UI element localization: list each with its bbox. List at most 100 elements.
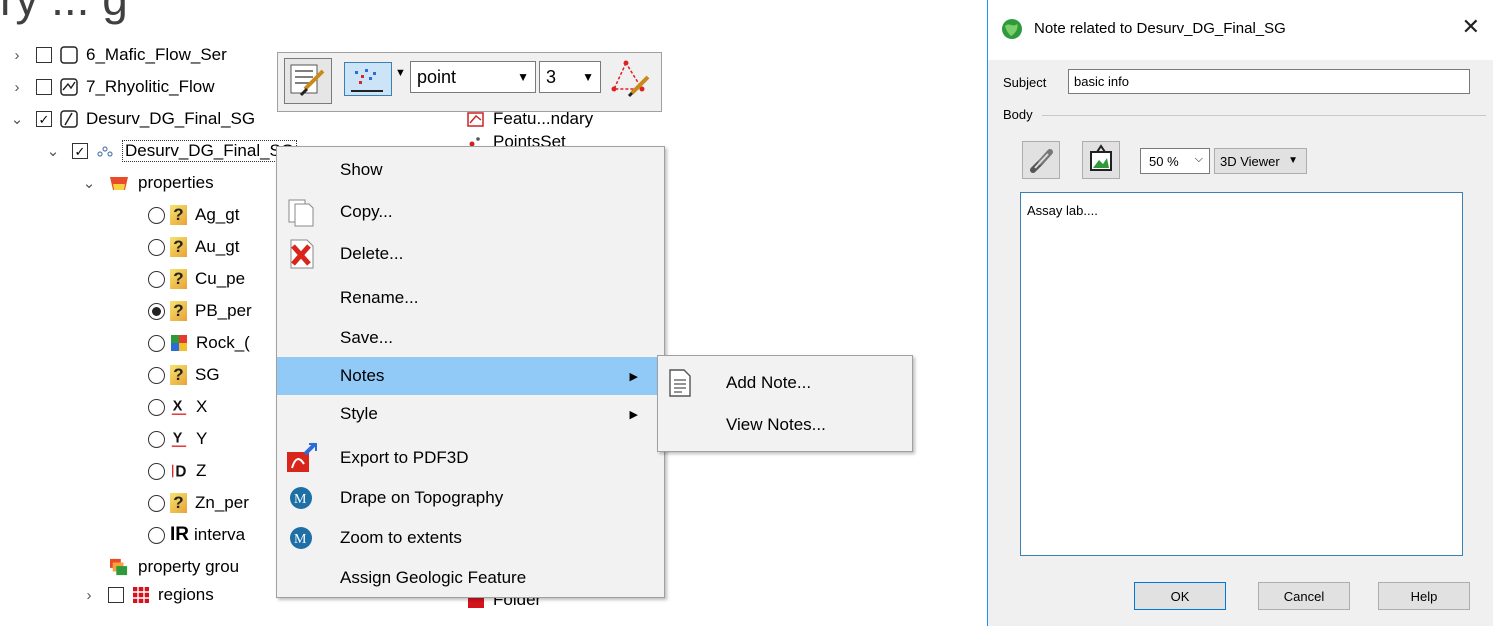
property-row[interactable]: ? Cu_pe — [148, 262, 245, 296]
chevron-right-icon[interactable]: › — [8, 79, 26, 96]
delete-icon — [290, 239, 314, 269]
visibility-checkbox[interactable]: ✓ — [72, 143, 88, 159]
chevron-right-icon[interactable]: › — [8, 47, 26, 64]
property-label: Zn_per — [195, 493, 249, 512]
point-style-icon — [351, 69, 383, 92]
visibility-checkbox[interactable]: ✓ — [36, 111, 52, 127]
menu-item-delete[interactable]: Delete... — [277, 235, 664, 273]
tree-row-label: regions — [158, 585, 214, 604]
property-radio[interactable] — [148, 334, 165, 352]
svg-text:M: M — [294, 492, 307, 507]
property-row[interactable]: ? Zn_per — [148, 486, 249, 520]
regions-icon — [133, 587, 149, 603]
tree-row-label: properties — [138, 173, 214, 192]
cancel-button[interactable]: Cancel — [1258, 582, 1350, 610]
property-radio[interactable] — [148, 270, 165, 288]
point-mode-select[interactable]: point ▼ — [410, 61, 536, 93]
property-row[interactable]: Rock_( — [148, 326, 250, 360]
tree-row-selected[interactable]: ⌄ ✓ Desurv_DG_Final_SG — [44, 134, 298, 168]
tree-row-label: property grou — [138, 557, 240, 576]
property-label: Cu_pe — [195, 269, 246, 288]
chevron-down-icon[interactable]: ⌄ — [44, 142, 62, 160]
categorical-property-icon — [171, 335, 187, 351]
tree-row-label: Desurv_DG_Final_SG — [122, 140, 298, 162]
property-radio[interactable] — [148, 206, 165, 224]
tree-row[interactable]: › 6_Mafic_Flow_Ser — [8, 38, 227, 72]
m-plugin-icon: M — [290, 487, 312, 509]
close-icon[interactable]: ✕ — [1462, 14, 1480, 40]
svg-text:Y: Y — [173, 431, 183, 447]
note-body-editor[interactable]: Assay lab.... — [1020, 192, 1463, 556]
chevron-down-icon[interactable]: ⌄ — [8, 110, 26, 128]
submenu-item-add-note[interactable]: Add Note... — [658, 364, 912, 402]
tree-row[interactable]: ⌄ ✓ Desurv_DG_Final_SG — [8, 102, 255, 136]
visibility-checkbox[interactable] — [36, 47, 52, 63]
property-radio[interactable] — [148, 462, 165, 480]
property-radio[interactable] — [148, 238, 165, 256]
menu-item-assign-geologic-feature[interactable]: Assign Geologic Feature — [277, 559, 664, 597]
help-button[interactable]: Help — [1378, 582, 1470, 610]
point-style-button[interactable] — [344, 62, 392, 96]
property-radio[interactable] — [148, 398, 165, 416]
edit-points-button[interactable] — [608, 57, 656, 103]
chain-link-icon — [1030, 149, 1053, 173]
visibility-checkbox[interactable] — [36, 79, 52, 95]
property-row[interactable]: ? Au_gt — [148, 230, 239, 264]
separator — [1042, 115, 1486, 116]
menu-item-style[interactable]: Style ▶ — [277, 395, 664, 433]
point-size-select[interactable]: 3 ▼ — [539, 61, 601, 93]
menu-item-export-pdf3d[interactable]: Export to PDF3D — [277, 439, 664, 477]
property-label: Y — [196, 429, 208, 448]
dropdown-arrow-icon[interactable]: ▼ — [395, 67, 406, 79]
tree-row[interactable]: › regions — [80, 578, 214, 612]
link-button[interactable] — [1022, 141, 1060, 179]
ok-button[interactable]: OK — [1134, 582, 1226, 610]
dialog-title: Note related to Desurv_DG_Final_SG — [1034, 20, 1286, 37]
property-row[interactable]: D Z — [148, 454, 206, 488]
visibility-checkbox[interactable] — [108, 587, 124, 603]
property-group-icon — [110, 558, 128, 576]
tree-row[interactable]: ⌄ properties — [80, 166, 214, 200]
chevron-right-icon[interactable]: › — [80, 587, 98, 604]
menu-item-notes[interactable]: Notes ▶ — [277, 357, 664, 395]
property-label: interva — [194, 525, 246, 544]
document-icon — [669, 369, 691, 397]
x-coordinate-icon: X — [171, 399, 187, 415]
property-radio[interactable] — [148, 494, 165, 512]
property-label: Z — [196, 461, 207, 480]
property-radio[interactable] — [148, 430, 165, 448]
chevron-down-icon[interactable]: ⌄ — [80, 174, 98, 192]
svg-text:D: D — [175, 463, 186, 480]
menu-item-rename[interactable]: Rename... — [277, 279, 664, 317]
property-row[interactable]: ? PB_per — [148, 294, 252, 328]
property-label: X — [196, 397, 208, 416]
menu-item-save[interactable]: Save... — [277, 319, 664, 357]
zoom-select[interactable]: 50 % ⌵ — [1140, 148, 1210, 174]
menu-item-drape-topography[interactable]: M Drape on Topography — [277, 479, 664, 517]
style-editor-button[interactable] — [284, 58, 332, 104]
geologic-feature-icon — [60, 110, 78, 128]
menu-item-copy[interactable]: Copy... — [277, 193, 664, 231]
property-row[interactable]: Y Y — [148, 422, 207, 456]
property-row[interactable]: IR interva — [148, 518, 245, 552]
app-globe-icon — [1002, 19, 1022, 39]
property-radio-selected[interactable] — [148, 302, 165, 320]
property-radio[interactable] — [148, 526, 165, 544]
insert-image-button[interactable] — [1082, 141, 1120, 179]
property-row[interactable]: X X — [148, 390, 207, 424]
menu-item-show[interactable]: Show — [277, 151, 664, 189]
note-dialog: Note related to Desurv_DG_Final_SG ✕ Sub… — [987, 0, 1493, 626]
dialog-titlebar[interactable]: Note related to Desurv_DG_Final_SG ✕ — [988, 0, 1493, 60]
subject-input[interactable] — [1068, 69, 1470, 94]
property-row[interactable]: ? SG — [148, 358, 220, 392]
menu-item-zoom-extents[interactable]: M Zoom to extents — [277, 519, 664, 557]
submenu-item-view-notes[interactable]: View Notes... — [658, 406, 912, 444]
tree-row[interactable]: › 7_Rhyolitic_Flow — [8, 70, 215, 104]
surface-icon — [60, 78, 78, 96]
z-coordinate-icon: D — [172, 463, 186, 480]
property-row[interactable]: ? Ag_gt — [148, 198, 239, 232]
property-radio[interactable] — [148, 366, 165, 384]
dropdown-arrow-icon: ▼ — [517, 70, 529, 84]
background-heading: ry ... g — [0, 0, 128, 26]
viewer-dropdown-button[interactable]: 3D Viewer ▼ — [1214, 148, 1307, 174]
